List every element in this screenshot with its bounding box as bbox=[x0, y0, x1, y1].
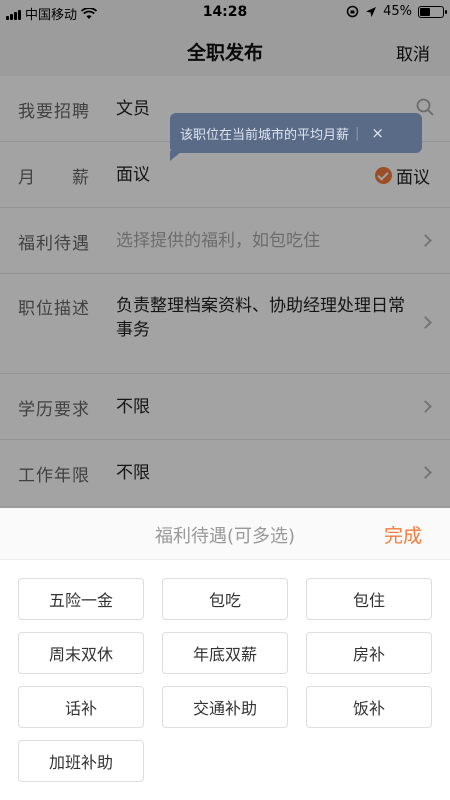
welfare-option[interactable]: 话补 bbox=[18, 686, 144, 728]
sheet-title: 福利待遇(可多选) bbox=[154, 526, 296, 547]
welfare-option[interactable]: 包住 bbox=[306, 578, 432, 620]
welfare-option[interactable]: 房补 bbox=[306, 632, 432, 674]
tooltip-text: 该职位在当前城市的平均月薪 bbox=[180, 127, 350, 143]
done-button[interactable]: 完成 bbox=[384, 521, 422, 548]
sheet-header: 福利待遇(可多选) 完成 bbox=[0, 508, 450, 560]
welfare-option[interactable]: 周末双休 bbox=[18, 632, 144, 674]
welfare-sheet: 福利待遇(可多选) 完成 五险一金 包吃 包住 周末双休 年底双薪 房补 话补 … bbox=[0, 508, 450, 800]
welfare-option[interactable]: 交通补助 bbox=[162, 686, 288, 728]
welfare-option[interactable]: 饭补 bbox=[306, 686, 432, 728]
welfare-option[interactable]: 年底双薪 bbox=[162, 632, 288, 674]
close-icon[interactable]: × bbox=[371, 124, 384, 142]
modal-overlay[interactable] bbox=[0, 0, 450, 508]
tooltip-separator: | bbox=[355, 125, 360, 141]
welfare-option[interactable]: 加班补助 bbox=[18, 740, 144, 782]
welfare-option[interactable]: 五险一金 bbox=[18, 578, 144, 620]
salary-tooltip: 该职位在当前城市的平均月薪 | × bbox=[170, 113, 422, 161]
welfare-option[interactable]: 包吃 bbox=[162, 578, 288, 620]
